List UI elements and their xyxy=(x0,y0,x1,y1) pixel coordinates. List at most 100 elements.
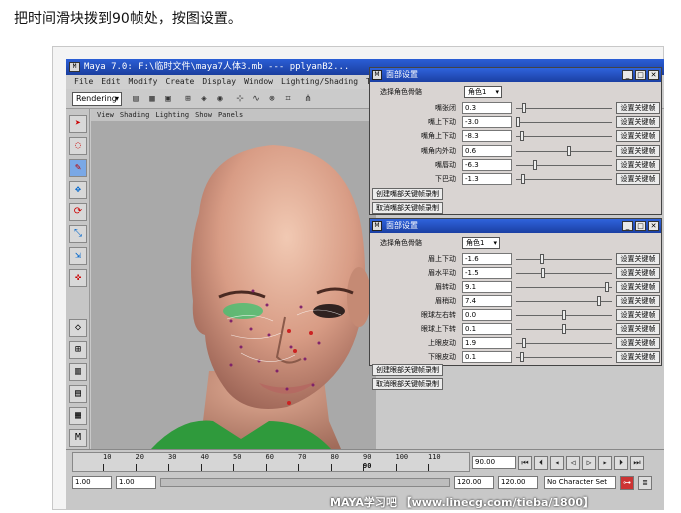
scale-tool-icon[interactable]: ⤡ xyxy=(69,225,87,243)
create-eye-keys-button[interactable]: 创建眼部关键帧录制 xyxy=(372,364,443,376)
param-slider-track[interactable] xyxy=(516,343,612,344)
minimize-icon[interactable]: _ xyxy=(622,221,633,231)
end-time-field[interactable]: 120.00 xyxy=(498,476,538,489)
menu-item[interactable]: Lighting/Shading xyxy=(281,77,358,86)
param-slider-thumb[interactable] xyxy=(532,159,537,170)
param-value-field[interactable]: 0.1 xyxy=(462,323,512,335)
param-slider-thumb[interactable] xyxy=(562,310,566,320)
snap-grid-icon[interactable]: ⊹ xyxy=(234,93,246,105)
param-value-field[interactable]: 7.4 xyxy=(462,295,512,307)
step-back-icon[interactable]: ⏴ xyxy=(534,456,548,470)
last-tool-icon[interactable]: ✜ xyxy=(69,269,87,287)
next-key-icon[interactable]: ▸ xyxy=(598,456,612,470)
go-to-end-icon[interactable]: ⏭ xyxy=(630,456,644,470)
save-scene-icon[interactable]: ▣ xyxy=(162,93,174,105)
param-slider-thumb[interactable] xyxy=(539,254,544,264)
eye-character-dropdown[interactable]: 角色1 xyxy=(462,237,500,249)
time-ruler[interactable]: 10 20 30 40 50 60 70 80 90 100 110 90 xyxy=(72,452,470,472)
viewport-menu-item[interactable]: Lighting xyxy=(155,111,189,119)
rotate-tool-icon[interactable]: ⟳ xyxy=(69,203,87,221)
select-object-icon[interactable]: ◈ xyxy=(198,93,210,105)
range-slider[interactable] xyxy=(160,478,450,487)
set-key-button[interactable]: 设置关键帧 xyxy=(616,309,660,321)
param-value-field[interactable]: -6.3 xyxy=(462,158,512,171)
set-key-button[interactable]: 设置关键帧 xyxy=(616,323,660,335)
menu-item[interactable]: Create xyxy=(165,77,194,86)
viewport-menu-item[interactable]: Panels xyxy=(218,111,243,119)
lasso-tool-icon[interactable]: ◌ xyxy=(69,137,87,155)
paint-select-tool-icon[interactable]: ✎ xyxy=(69,159,87,177)
step-forward-icon[interactable]: ⏵ xyxy=(614,456,628,470)
param-slider-track[interactable] xyxy=(516,259,612,260)
cancel-eye-keys-button[interactable]: 取消眼部关键帧录制 xyxy=(372,378,443,390)
select-component-icon[interactable]: ◉ xyxy=(214,93,226,105)
menu-item[interactable]: Display xyxy=(202,77,236,86)
set-key-button[interactable]: 设置关键帧 xyxy=(616,130,660,143)
param-slider-track[interactable] xyxy=(516,357,612,358)
param-value-field[interactable]: 0.6 xyxy=(462,144,512,157)
param-value-field[interactable]: 0.3 xyxy=(462,102,512,114)
viewport-menu-item[interactable]: Shading xyxy=(120,111,150,119)
set-key-button[interactable]: 设置关键帧 xyxy=(616,267,660,279)
menu-item[interactable]: Modify xyxy=(129,77,158,86)
history-icon[interactable]: ⋔ xyxy=(302,93,314,105)
set-key-button[interactable]: 设置关键帧 xyxy=(616,116,660,129)
param-value-field[interactable]: -1.5 xyxy=(462,267,512,279)
move-tool-icon[interactable]: ✥ xyxy=(69,181,87,199)
playback-start-field[interactable]: 1.00 xyxy=(116,476,156,489)
playback-end-field[interactable]: 120.00 xyxy=(454,476,494,489)
param-slider-track[interactable] xyxy=(516,122,612,124)
param-slider-track[interactable] xyxy=(516,287,612,288)
param-value-field[interactable]: -1.6 xyxy=(462,253,512,265)
menuset-dropdown[interactable]: Rendering xyxy=(72,92,122,106)
param-slider-thumb[interactable] xyxy=(596,296,601,306)
four-pane-icon[interactable]: ⊞ xyxy=(69,341,87,359)
param-slider-thumb[interactable] xyxy=(566,145,571,156)
set-key-button[interactable]: 设置关键帧 xyxy=(616,295,660,307)
set-key-button[interactable]: 设置关键帧 xyxy=(616,173,660,185)
set-key-button[interactable]: 设置关键帧 xyxy=(616,102,660,114)
param-slider-thumb[interactable] xyxy=(562,324,566,334)
cancel-mouth-keys-button[interactable]: 取消嘴部关键帧录制 xyxy=(372,202,443,214)
set-key-button[interactable]: 设置关键帧 xyxy=(616,158,660,171)
snap-plane-icon[interactable]: ⌗ xyxy=(282,93,294,105)
minimize-icon[interactable]: _ xyxy=(622,70,633,80)
snap-curve-icon[interactable]: ∿ xyxy=(250,93,262,105)
set-key-button[interactable]: 设置关键帧 xyxy=(616,281,660,293)
param-value-field[interactable]: -1.3 xyxy=(462,173,512,185)
go-to-start-icon[interactable]: ⏮ xyxy=(518,456,532,470)
character-set-menu[interactable]: No Character Set xyxy=(544,476,616,489)
menu-item[interactable]: Edit xyxy=(101,77,120,86)
manipulator-tool-icon[interactable]: ⇲ xyxy=(69,247,87,265)
close-icon[interactable]: ✕ xyxy=(648,70,659,80)
maximize-icon[interactable]: □ xyxy=(635,70,646,80)
param-value-field[interactable]: 1.9 xyxy=(462,337,512,349)
param-slider-track[interactable] xyxy=(516,136,612,138)
play-forward-icon[interactable]: ▷ xyxy=(582,456,596,470)
maximize-icon[interactable]: □ xyxy=(635,221,646,231)
param-slider-thumb[interactable] xyxy=(540,268,545,278)
layout-graph-icon[interactable]: ▦ xyxy=(69,407,87,425)
prev-key-icon[interactable]: ◂ xyxy=(550,456,564,470)
param-value-field[interactable]: 9.1 xyxy=(462,281,512,293)
param-slider-track[interactable] xyxy=(516,150,612,152)
menu-item[interactable]: Window xyxy=(244,77,273,86)
param-value-field[interactable]: 0.1 xyxy=(462,351,512,363)
auto-key-icon[interactable]: ⊶ xyxy=(620,476,634,490)
param-value-field[interactable]: -8.3 xyxy=(462,130,512,143)
snap-point-icon[interactable]: ⊗ xyxy=(266,93,278,105)
param-slider-track[interactable] xyxy=(516,108,612,109)
perspective-viewport[interactable]: View Shading Lighting Show Panels xyxy=(91,109,376,449)
set-key-button[interactable]: 设置关键帧 xyxy=(616,253,660,265)
param-slider-thumb[interactable] xyxy=(521,103,526,113)
param-slider-track[interactable] xyxy=(516,164,612,166)
set-key-button[interactable]: 设置关键帧 xyxy=(616,351,660,363)
start-time-field[interactable]: 1.00 xyxy=(72,476,112,489)
layout-persp-icon[interactable]: ▥ xyxy=(69,363,87,381)
open-scene-icon[interactable]: ▦ xyxy=(146,93,158,105)
viewport-menu-item[interactable]: View xyxy=(97,111,114,119)
param-slider-thumb[interactable] xyxy=(520,174,525,184)
param-slider-track[interactable] xyxy=(516,179,612,180)
single-pane-icon[interactable]: ◇ xyxy=(69,319,87,337)
param-value-field[interactable]: -3.0 xyxy=(462,116,512,129)
